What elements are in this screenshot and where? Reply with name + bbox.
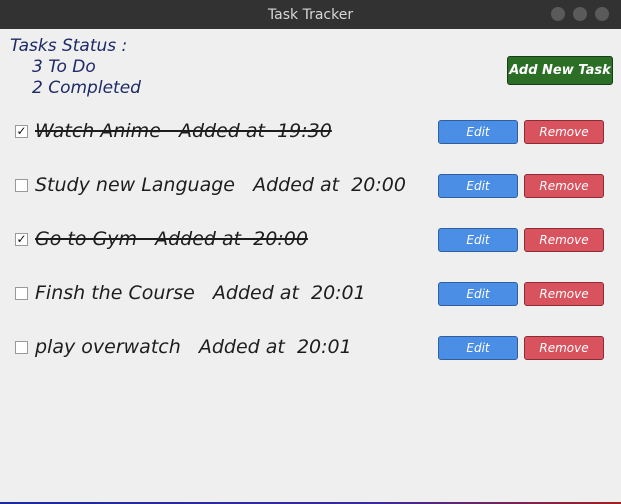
- completed-count: 2 Completed: [32, 78, 141, 98]
- status-header: Tasks Status :: [10, 36, 128, 56]
- add-new-task-button[interactable]: Add New Task: [507, 56, 613, 85]
- task-tracker-window: Task Tracker Tasks Status : 3 To Do 2 Co…: [0, 0, 621, 504]
- task-row: Finsh the Course Added at 20:01 Edit Rem…: [0, 278, 621, 308]
- minimize-button[interactable]: [551, 7, 565, 21]
- task-row: ✓ Watch Anime Added at 19:30 Edit Remove: [0, 116, 621, 146]
- todo-count: 3 To Do: [32, 57, 96, 77]
- task-label: play overwatch Added at 20:01: [35, 336, 352, 358]
- task-checkbox[interactable]: [15, 341, 28, 354]
- edit-button[interactable]: Edit: [438, 282, 518, 306]
- edit-button[interactable]: Edit: [438, 228, 518, 252]
- task-row: Study new Language Added at 20:00 Edit R…: [0, 170, 621, 200]
- close-button[interactable]: [595, 7, 609, 21]
- window-controls: [551, 7, 609, 21]
- tasks-status: Tasks Status : 3 To Do 2 Completed: [10, 36, 141, 99]
- remove-button[interactable]: Remove: [524, 228, 604, 252]
- task-label: Watch Anime Added at 19:30: [35, 120, 332, 142]
- window-title: Task Tracker: [267, 6, 354, 23]
- task-label: Go to Gym Added at 20:00: [35, 228, 308, 250]
- remove-button[interactable]: Remove: [524, 336, 604, 360]
- task-checkbox[interactable]: ✓: [15, 125, 28, 138]
- task-row: ✓ Go to Gym Added at 20:00 Edit Remove: [0, 224, 621, 254]
- maximize-button[interactable]: [573, 7, 587, 21]
- task-checkbox[interactable]: ✓: [15, 233, 28, 246]
- task-label: Finsh the Course Added at 20:01: [35, 282, 366, 304]
- task-row: play overwatch Added at 20:01 Edit Remov…: [0, 332, 621, 362]
- edit-button[interactable]: Edit: [438, 174, 518, 198]
- edit-button[interactable]: Edit: [438, 120, 518, 144]
- task-checkbox[interactable]: [15, 287, 28, 300]
- remove-button[interactable]: Remove: [524, 282, 604, 306]
- title-bar: Task Tracker: [0, 0, 621, 29]
- task-label: Study new Language Added at 20:00: [35, 174, 406, 196]
- task-checkbox[interactable]: [15, 179, 28, 192]
- edit-button[interactable]: Edit: [438, 336, 518, 360]
- remove-button[interactable]: Remove: [524, 120, 604, 144]
- remove-button[interactable]: Remove: [524, 174, 604, 198]
